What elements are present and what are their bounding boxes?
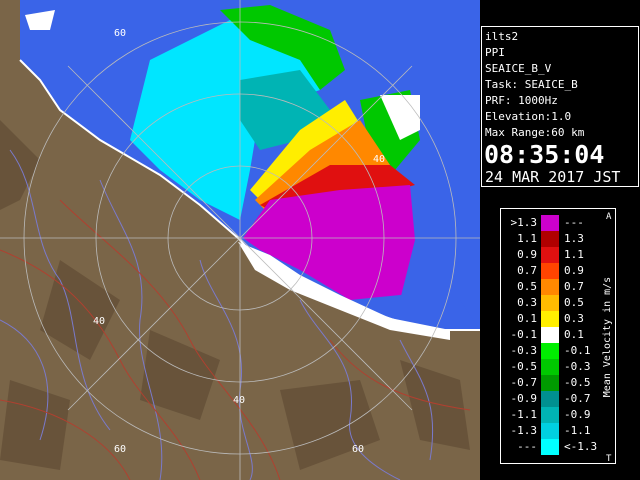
legend-high-value: -0.3 — [564, 360, 591, 373]
legend-color-swatch — [541, 311, 559, 327]
legend-high-value: -0.5 — [564, 376, 591, 389]
product-type: PPI — [485, 46, 505, 59]
legend-color-swatch — [541, 247, 559, 263]
legend-low-value: 1.1 — [517, 232, 537, 245]
legend-color-swatch — [541, 231, 559, 247]
legend-color-swatch — [541, 263, 559, 279]
legend-low-value: -1.1 — [511, 408, 538, 421]
legend-color-swatch — [541, 359, 559, 375]
legend-color-swatch — [541, 423, 559, 439]
legend-color-swatch — [541, 343, 559, 359]
legend-low-value: -0.3 — [511, 344, 538, 357]
ring-label: 40 — [373, 154, 385, 165]
ring-label: 60 — [114, 444, 126, 455]
legend-title: Mean Velocity in m/s — [602, 277, 613, 397]
task-name: SEAICE_B_V — [485, 62, 552, 75]
legend-low-value: -1.3 — [511, 424, 538, 437]
legend-color-swatch — [541, 391, 559, 407]
legend-bottom-marker: T — [606, 454, 612, 464]
scan-info-panel: ilts2 PPI SEAICE_B_V Task: SEAICE_B PRF:… — [481, 26, 639, 187]
legend-high-value: 0.9 — [564, 264, 584, 277]
ring-label: 60 — [352, 444, 364, 455]
max-range-label: Max Range:60 km — [485, 126, 585, 139]
legend-high-value: 0.1 — [564, 328, 584, 341]
legend-low-value: -0.9 — [511, 392, 538, 405]
legend-high-value: 1.3 — [564, 232, 584, 245]
station-name: ilts2 — [485, 30, 519, 43]
ring-label: 40 — [233, 395, 245, 406]
legend-high-value: 1.1 — [564, 248, 584, 261]
scan-date: 24 MAR 2017 JST — [485, 168, 621, 186]
legend-color-swatch — [541, 295, 559, 311]
ring-label: 40 — [93, 316, 105, 327]
legend-low-value: 0.5 — [517, 280, 537, 293]
legend-high-value: -1.1 — [564, 424, 591, 437]
legend-low-value: >1.3 — [511, 216, 538, 229]
legend-low-value: 0.7 — [517, 264, 537, 277]
legend-low-value: -0.5 — [511, 360, 538, 373]
prf-label: PRF: 1000Hz — [485, 94, 558, 107]
legend-low-value: 0.3 — [517, 296, 537, 309]
scan-time: 08:35:04 — [484, 140, 605, 169]
legend-color-swatch — [541, 407, 559, 423]
legend-color-swatch — [541, 327, 559, 343]
legend-high-value: 0.5 — [564, 296, 584, 309]
legend-high-value: -0.9 — [564, 408, 591, 421]
legend-high-value: --- — [564, 216, 584, 229]
legend-low-value: 0.1 — [517, 312, 537, 325]
legend-high-value: 0.7 — [564, 280, 584, 293]
legend-low-value: 0.9 — [517, 248, 537, 261]
legend-color-swatch — [541, 375, 559, 391]
legend-high-value: -0.1 — [564, 344, 591, 357]
task-label: Task: SEAICE_B — [485, 78, 578, 91]
legend-scale: >1.3 --- 1.1 1.3 0.9 1.1 0.7 0.9 0.5 0.7 0.3 0.5 0.1… — [511, 212, 614, 464]
ring-label: 60 — [114, 28, 126, 39]
legend-high-value: 0.3 — [564, 312, 584, 325]
legend-low-value: -0.1 — [511, 328, 538, 341]
legend-color-swatch — [541, 215, 559, 231]
legend-low-value: --- — [517, 440, 537, 453]
legend-low-value: -0.7 — [511, 376, 538, 389]
legend-high-value: -0.7 — [564, 392, 591, 405]
legend-color-swatch — [541, 439, 559, 455]
elevation-label: Elevation:1.0 — [485, 110, 572, 123]
velocity-legend: >1.3 --- 1.1 1.3 0.9 1.1 0.7 0.9 0.5 0.7 0.3 0.5 0.1… — [500, 208, 616, 464]
ring-label: 40 — [373, 316, 385, 327]
legend-high-value: <-1.3 — [564, 440, 597, 453]
legend-color-swatch — [541, 279, 559, 295]
radar-ppi-map: 60 40 40 40 40 60 60 — [0, 0, 480, 480]
legend-top-marker: A — [606, 212, 612, 222]
